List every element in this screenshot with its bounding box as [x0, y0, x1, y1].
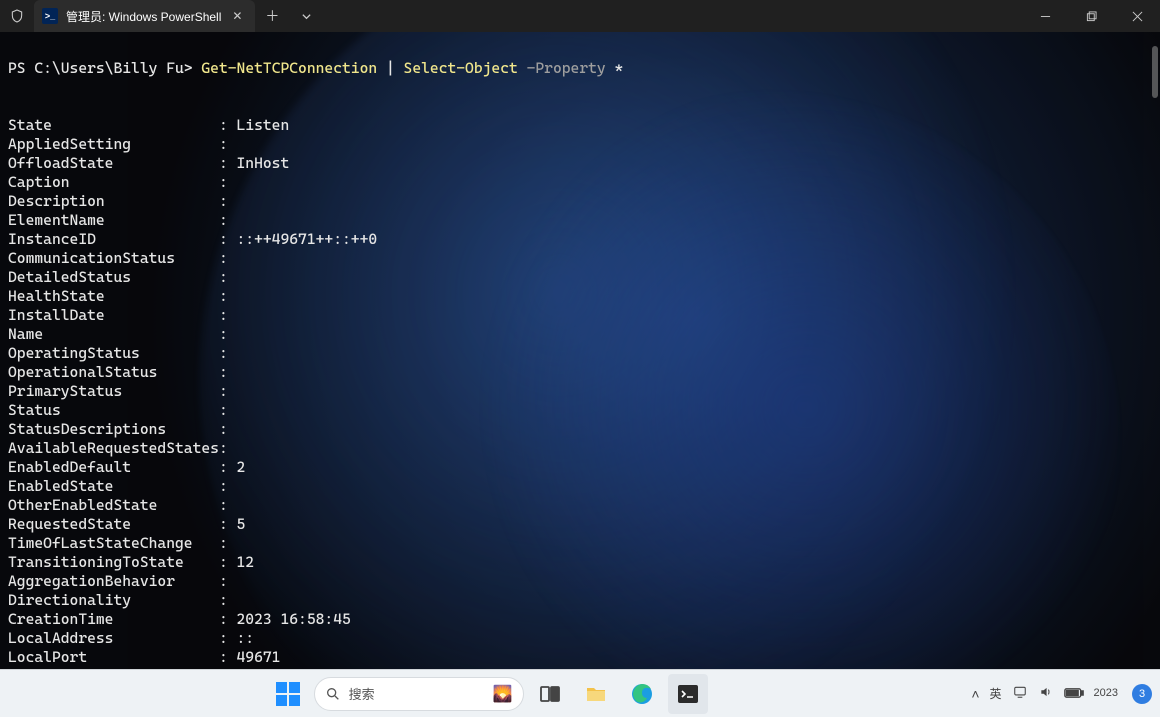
- task-view-button[interactable]: [530, 674, 570, 714]
- window-titlebar: >_ 管理员: Windows PowerShell ✕ ＋: [0, 0, 1160, 32]
- notification-count: 3: [1139, 688, 1145, 700]
- powershell-icon: >_: [42, 8, 58, 24]
- param-star: *: [614, 59, 623, 77]
- maximize-button[interactable]: [1068, 0, 1114, 32]
- windows-logo-icon: [276, 682, 300, 706]
- tab-powershell[interactable]: >_ 管理员: Windows PowerShell ✕: [34, 0, 255, 32]
- taskbar-center: 搜索 🌄: [8, 674, 967, 714]
- file-explorer-button[interactable]: [576, 674, 616, 714]
- scrollbar-thumb[interactable]: [1152, 46, 1158, 98]
- notification-badge[interactable]: 3: [1132, 684, 1152, 704]
- param-flag: -Property: [518, 59, 615, 77]
- close-button[interactable]: [1114, 0, 1160, 32]
- prompt-path: C:\Users\Billy Fu>: [34, 59, 201, 77]
- search-highlight-icon: 🌄: [493, 684, 513, 704]
- ime-indicator[interactable]: 英: [990, 685, 1002, 702]
- tab-dropdown-button[interactable]: [289, 0, 323, 32]
- system-tray: ˄ 英 2023 3: [971, 684, 1152, 704]
- taskbar-clock[interactable]: 2023: [1094, 687, 1118, 700]
- shield-icon: [0, 0, 34, 32]
- terminal-content: PS C:\Users\Billy Fu> Get-NetTCPConnecti…: [0, 32, 1160, 669]
- network-icon[interactable]: [1012, 685, 1028, 702]
- clock-year: 2023: [1094, 687, 1118, 700]
- taskbar-search[interactable]: 搜索 🌄: [314, 677, 524, 711]
- pipe: |: [377, 59, 403, 77]
- cmdlet-1: Get-NetTCPConnection: [201, 59, 377, 77]
- search-placeholder: 搜索: [349, 684, 375, 703]
- battery-icon[interactable]: [1064, 686, 1084, 702]
- tab-close-button[interactable]: ✕: [229, 8, 245, 24]
- terminal-taskbar-button[interactable]: [668, 674, 708, 714]
- terminal-pane[interactable]: PS C:\Users\Billy Fu> Get-NetTCPConnecti…: [0, 32, 1160, 669]
- taskbar: 搜索 🌄 ˄ 英 2023 3: [0, 669, 1160, 717]
- tray-overflow-button[interactable]: ˄: [971, 686, 979, 702]
- minimize-button[interactable]: [1022, 0, 1068, 32]
- edge-browser-button[interactable]: [622, 674, 662, 714]
- start-button[interactable]: [268, 674, 308, 714]
- output-rows: State : Listen AppliedSetting : OffloadS…: [8, 116, 377, 666]
- tab-title: 管理员: Windows PowerShell: [66, 8, 221, 25]
- cmdlet-2: Select-Object: [404, 59, 518, 77]
- prompt-ps: PS: [8, 59, 34, 77]
- search-icon: [325, 686, 341, 702]
- new-tab-button[interactable]: ＋: [255, 0, 289, 32]
- volume-icon[interactable]: [1038, 685, 1054, 702]
